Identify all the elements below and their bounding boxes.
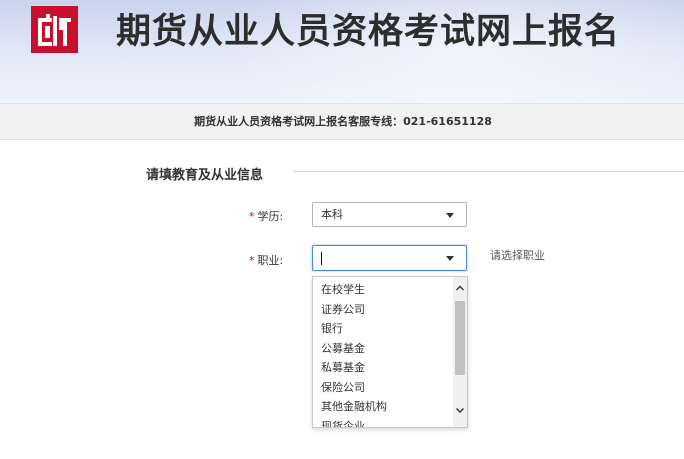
hotline-bar: 期货从业人员资格考试网上报名客服专线：021-61651128 bbox=[0, 103, 684, 140]
scrollbar-thumb[interactable] bbox=[455, 301, 465, 375]
chevron-down-icon bbox=[446, 256, 454, 261]
occupation-label: * 职业: bbox=[249, 252, 283, 268]
education-label: * 学历: bbox=[249, 208, 283, 224]
page: 期货从业人员资格考试网上报名 期货从业人员资格考试网上报名客服专线：021-61… bbox=[0, 0, 684, 459]
hotline-text: 期货从业人员资格考试网上报名客服专线：021-61651128 bbox=[194, 115, 492, 128]
section-divider bbox=[293, 171, 684, 172]
occupation-option[interactable]: 现货企业 bbox=[313, 417, 453, 428]
required-mark: * bbox=[249, 210, 255, 223]
scroll-down-icon[interactable] bbox=[453, 403, 467, 417]
occupation-option[interactable]: 私募基金 bbox=[313, 358, 453, 378]
education-select-value: 本科 bbox=[321, 208, 343, 221]
header-banner: 期货从业人员资格考试网上报名 bbox=[0, 0, 684, 103]
site-title: 期货从业人员资格考试网上报名 bbox=[116, 12, 621, 52]
required-mark: * bbox=[249, 254, 255, 267]
occupation-select[interactable] bbox=[312, 245, 467, 271]
education-label-text: 学历: bbox=[257, 210, 284, 223]
chevron-down-icon bbox=[446, 212, 454, 218]
occupation-option[interactable]: 保险公司 bbox=[313, 378, 453, 398]
dropdown-scrollbar[interactable] bbox=[453, 277, 467, 427]
text-cursor bbox=[321, 252, 322, 265]
occupation-label-text: 职业: bbox=[257, 254, 284, 267]
occupation-hint: 请选择职业 bbox=[490, 249, 545, 262]
scroll-up-icon[interactable] bbox=[453, 281, 467, 295]
logo-icon bbox=[31, 6, 78, 53]
section-title: 请填教育及从业信息 bbox=[146, 168, 264, 183]
occupation-option[interactable]: 其他金融机构 bbox=[313, 397, 453, 417]
occupation-option[interactable]: 银行 bbox=[313, 319, 453, 339]
occupation-option-list: 在校学生 证券公司 银行 公募基金 私募基金 保险公司 其他金融机构 现货企业 bbox=[313, 280, 453, 428]
education-select[interactable]: 本科 bbox=[312, 202, 467, 227]
occupation-option[interactable]: 公募基金 bbox=[313, 339, 453, 359]
occupation-option[interactable]: 证券公司 bbox=[313, 300, 453, 320]
occupation-dropdown[interactable]: 在校学生 证券公司 银行 公募基金 私募基金 保险公司 其他金融机构 现货企业 bbox=[312, 276, 468, 428]
occupation-option[interactable]: 在校学生 bbox=[313, 280, 453, 300]
